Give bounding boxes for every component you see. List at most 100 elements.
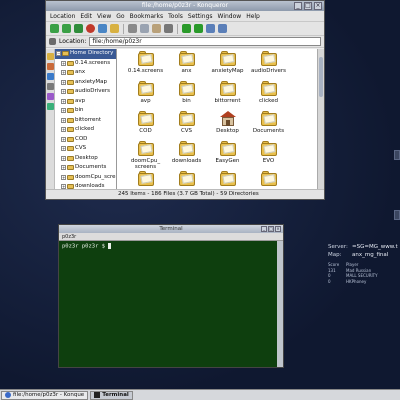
copy-icon[interactable] (140, 24, 149, 33)
expand-icon[interactable]: + (61, 174, 66, 180)
file-icon-item[interactable]: EasyGen (207, 141, 248, 171)
menu-window[interactable]: Window (218, 11, 242, 21)
expand-icon[interactable]: + (61, 155, 66, 161)
menu-view[interactable]: View (97, 11, 111, 21)
icon-view-scrollbar[interactable] (317, 49, 324, 189)
tree-item[interactable]: + anx (55, 68, 116, 78)
file-icon-item[interactable]: EVO (248, 141, 289, 171)
terminal-titlebar[interactable]: Terminal _ □ × (59, 225, 283, 233)
sidebar-tab-bookmarks-icon[interactable] (46, 63, 54, 70)
cut-icon[interactable] (128, 24, 137, 33)
reload-icon[interactable] (98, 24, 107, 33)
menu-tools[interactable]: Tools (168, 11, 183, 21)
stop-icon[interactable] (86, 24, 95, 33)
tree-item[interactable]: + Desktop (55, 154, 116, 164)
back-icon[interactable] (50, 24, 59, 33)
konqueror-titlebar[interactable]: file:/home/p0z3r - Konqueror _ □ × (46, 1, 324, 11)
tree-item[interactable]: +0.14.screens (55, 59, 116, 69)
file-icon-item[interactable]: avp (125, 81, 166, 111)
print-icon[interactable] (164, 24, 173, 33)
terminal-minimize-button[interactable]: _ (261, 226, 267, 232)
folder-icon (219, 171, 236, 186)
tree-item[interactable]: + bin (55, 106, 116, 116)
expand-icon[interactable]: + (61, 127, 66, 133)
file-icon-item[interactable] (166, 171, 207, 189)
file-icon-item[interactable] (207, 171, 248, 189)
sidebar-tab-root-icon[interactable] (46, 83, 54, 90)
file-icon-item[interactable]: anx (166, 51, 207, 81)
terminal-tab[interactable]: p0z3r (62, 233, 76, 240)
file-icon-item[interactable]: doomCpu_ screens (125, 141, 166, 171)
zoom-out-icon[interactable] (194, 24, 203, 33)
desktop-edge-widget[interactable] (394, 150, 400, 160)
expand-icon[interactable]: + (61, 89, 66, 95)
tree-item[interactable]: + clicked (55, 125, 116, 135)
file-icon-item[interactable]: CVS (166, 111, 207, 141)
expand-icon[interactable]: + (61, 146, 66, 152)
menu-location[interactable]: Location (50, 11, 75, 21)
taskbar-item-konqueror[interactable]: file:/home/p0z3r - Konque (1, 390, 89, 400)
file-icon-item[interactable]: Documents (248, 111, 289, 141)
clear-location-icon[interactable] (49, 38, 56, 45)
minimize-button[interactable]: _ (294, 2, 302, 10)
desktop-edge-widget[interactable] (394, 210, 400, 220)
location-input[interactable] (89, 37, 321, 46)
close-button[interactable]: × (314, 2, 322, 10)
file-icon-item[interactable]: 0.14.screens (125, 51, 166, 81)
menu-go[interactable]: Go (116, 11, 124, 21)
expand-icon[interactable]: + (61, 79, 66, 85)
menu-settings[interactable]: Settings (188, 11, 213, 21)
file-icon-item[interactable] (248, 171, 289, 189)
paste-icon[interactable] (152, 24, 161, 33)
terminal-close-button[interactable]: × (275, 226, 281, 232)
tree-item[interactable]: + audioDrivers (55, 87, 116, 97)
file-icon-item[interactable]: bin (166, 81, 207, 111)
expand-icon[interactable]: + (61, 60, 66, 66)
collapse-icon[interactable]: − (56, 51, 61, 57)
tree-item[interactable]: + CVS (55, 144, 116, 154)
expand-icon[interactable]: + (61, 98, 66, 104)
konqueror-toolbar (46, 22, 324, 36)
file-icon-item[interactable]: Desktop (207, 111, 248, 141)
tree-item[interactable]: + bittorrent (55, 116, 116, 126)
icon-view-icon[interactable] (206, 24, 215, 33)
tree-item[interactable]: + anxietyMap (55, 78, 116, 88)
taskbar-item-terminal[interactable]: Terminal (90, 390, 133, 400)
file-icon-item[interactable]: audioDrivers (248, 51, 289, 81)
tree-item[interactable]: + doomCpu_scre (55, 173, 116, 183)
forward-icon[interactable] (62, 24, 71, 33)
menu-edit[interactable]: Edit (80, 11, 92, 21)
expand-icon[interactable]: + (61, 108, 66, 114)
up-icon[interactable] (74, 24, 83, 33)
terminal-maximize-button[interactable]: □ (268, 226, 274, 232)
file-icon-item[interactable]: COD (125, 111, 166, 141)
menu-help[interactable]: Help (246, 11, 260, 21)
tree-item[interactable]: + downloads (55, 182, 116, 189)
expand-icon[interactable]: + (61, 70, 66, 76)
file-icon-item[interactable] (125, 171, 166, 189)
tree-item[interactable]: + avp (55, 97, 116, 107)
terminal-scrollbar[interactable] (277, 241, 283, 367)
home-icon[interactable] (110, 24, 119, 33)
menu-bookmarks[interactable]: Bookmarks (130, 11, 164, 21)
expand-icon[interactable]: + (61, 117, 66, 123)
tree-item-home-directory[interactable]: − Home Directory (55, 49, 116, 59)
folder-icon (137, 51, 154, 66)
tree-item[interactable]: + Documents (55, 163, 116, 173)
file-icon-item[interactable]: clicked (248, 81, 289, 111)
zoom-in-icon[interactable] (182, 24, 191, 33)
maximize-button[interactable]: □ (304, 2, 312, 10)
detail-view-icon[interactable] (218, 24, 227, 33)
file-icon-item[interactable]: downloads (166, 141, 207, 171)
file-icon-item[interactable]: anxietyMap (207, 51, 248, 81)
expand-icon[interactable]: + (61, 136, 66, 142)
sidebar-tab-network-icon[interactable] (46, 73, 54, 80)
terminal-screen[interactable]: p0z3r p0z3r $ (59, 241, 277, 367)
sidebar-tab-services-icon[interactable] (46, 93, 54, 100)
sidebar-tab-history-icon[interactable] (46, 103, 54, 110)
tree-item[interactable]: + COD (55, 135, 116, 145)
file-icon-item[interactable]: bittorrent (207, 81, 248, 111)
scrollbar-thumb[interactable] (319, 57, 323, 97)
expand-icon[interactable]: + (61, 165, 66, 171)
sidebar-tab-home-icon[interactable] (46, 53, 54, 60)
